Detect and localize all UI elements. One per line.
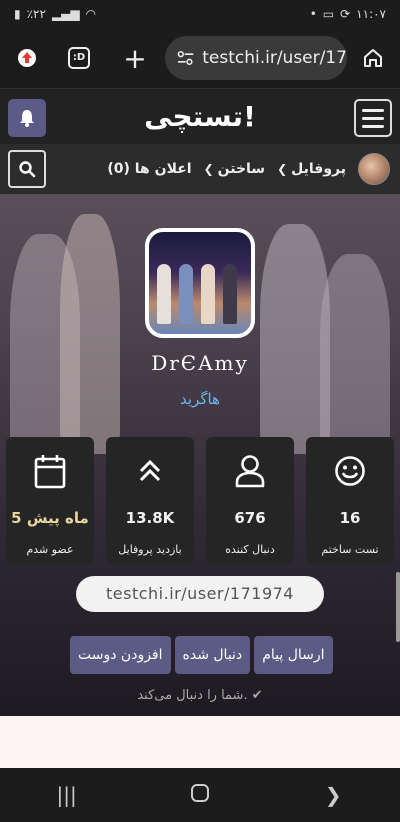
follows-you-note: شما را دنبال می‌کند. ✔ bbox=[0, 688, 400, 703]
battery-icon: ▮ bbox=[14, 7, 21, 21]
profile-actions: افزودن دوست دنبال شده ارسال پیام bbox=[70, 636, 333, 674]
add-friend-button[interactable]: افزودن دوست bbox=[70, 636, 171, 674]
wifi-icon: ◠ bbox=[85, 7, 97, 21]
chevrons-up-icon bbox=[139, 459, 161, 482]
notifications-button[interactable] bbox=[8, 99, 46, 137]
system-navigation-bar: ||| ❯ bbox=[0, 768, 400, 822]
stat-followers-label: دنبال کننده bbox=[225, 543, 275, 556]
search-button[interactable] bbox=[8, 150, 46, 188]
battery-level: ٪۲۲ bbox=[26, 7, 46, 21]
profile-username: DrЄAmy bbox=[151, 351, 249, 375]
nav-notifications[interactable]: اعلان ها (0) bbox=[107, 161, 191, 177]
address-bar[interactable]: testchi.ir/user/17 bbox=[165, 36, 347, 80]
message-icon: ▭ bbox=[322, 7, 335, 21]
send-message-button[interactable]: ارسال پیام bbox=[254, 636, 333, 674]
stat-tests: 16 تست ساختم bbox=[306, 437, 394, 565]
stat-tests-label: تست ساختم bbox=[321, 543, 379, 556]
profile-hero: DrЄAmy هاگرید 5 ماه پیش عضو شدم 13.8K با… bbox=[0, 194, 400, 716]
new-tab-button[interactable]: + bbox=[118, 41, 152, 75]
user-avatar[interactable] bbox=[358, 153, 390, 185]
back-icon[interactable]: ❯ bbox=[303, 783, 363, 807]
stat-views-label: بازدید پروفایل bbox=[118, 543, 182, 556]
stat-views-value: 13.8K bbox=[125, 509, 175, 527]
clock-time: ۱۱:۰۷ bbox=[356, 7, 386, 21]
search-icon bbox=[19, 161, 36, 178]
profile-role[interactable]: هاگرید bbox=[0, 390, 400, 408]
status-bar: ▮ ٪۲۲ ▂▄▆ ◠ • ▭ ⟳ ۱۱:۰۷ bbox=[0, 0, 400, 28]
recent-apps-icon[interactable]: ||| bbox=[37, 783, 97, 807]
user-icon bbox=[235, 455, 265, 488]
signal-icon: ▂▄▆ bbox=[51, 7, 80, 21]
stat-followers: 676 دنبال کننده bbox=[206, 437, 294, 565]
calendar-icon bbox=[34, 455, 66, 489]
page-scrollbar[interactable] bbox=[396, 572, 400, 642]
background-figure bbox=[60, 214, 120, 454]
nav-profile-label: پروفایل bbox=[291, 161, 346, 177]
site-header: تستچی! bbox=[0, 88, 400, 144]
dot-icon: • bbox=[309, 7, 317, 21]
follows-you-text: شما را دنبال می‌کند. bbox=[137, 688, 248, 703]
tab-count: :D bbox=[68, 47, 90, 69]
nav-create-label: ساختن bbox=[217, 161, 266, 177]
nav-create[interactable]: ساختن ❯ bbox=[204, 161, 266, 177]
bell-icon bbox=[20, 110, 34, 127]
chevron-down-icon: ❯ bbox=[203, 162, 214, 176]
smiley-icon bbox=[335, 456, 365, 486]
site-settings-icon[interactable] bbox=[177, 50, 194, 66]
home-update-icon[interactable] bbox=[10, 41, 44, 75]
address-text: testchi.ir/user/17 bbox=[202, 48, 347, 68]
sync-icon: ⟳ bbox=[340, 7, 351, 21]
home-button-icon[interactable] bbox=[170, 783, 230, 808]
profile-url-field[interactable]: testchi.ir/user/171974 bbox=[76, 576, 324, 612]
check-icon: ✔ bbox=[251, 688, 263, 703]
site-logo[interactable]: تستچی! bbox=[140, 95, 260, 139]
stat-tests-value: 16 bbox=[339, 509, 361, 527]
stat-views: 13.8K بازدید پروفایل bbox=[106, 437, 194, 565]
browser-toolbar: :D + testchi.ir/user/17 bbox=[0, 28, 400, 88]
site-nav: پروفایل ❯ ساختن ❯ اعلان ها (0) bbox=[0, 144, 400, 194]
chevron-down-icon: ❯ bbox=[277, 162, 288, 176]
stat-followers-value: 676 bbox=[234, 509, 266, 527]
content-area bbox=[0, 716, 400, 768]
stat-joined-label: عضو شدم bbox=[26, 543, 74, 556]
hamburger-menu-button[interactable] bbox=[354, 99, 392, 137]
stat-joined-value: 5 ماه پیش bbox=[11, 509, 89, 527]
profile-avatar[interactable] bbox=[145, 228, 255, 338]
home-icon[interactable] bbox=[356, 41, 390, 75]
followed-button[interactable]: دنبال شده bbox=[174, 636, 251, 674]
profile-stats: 5 ماه پیش عضو شدم 13.8K بازدید پروفایل 6… bbox=[6, 437, 394, 565]
tab-switcher-button[interactable]: :D bbox=[62, 41, 96, 75]
stat-joined: 5 ماه پیش عضو شدم bbox=[6, 437, 94, 565]
nav-profile[interactable]: پروفایل ❯ bbox=[277, 161, 346, 177]
